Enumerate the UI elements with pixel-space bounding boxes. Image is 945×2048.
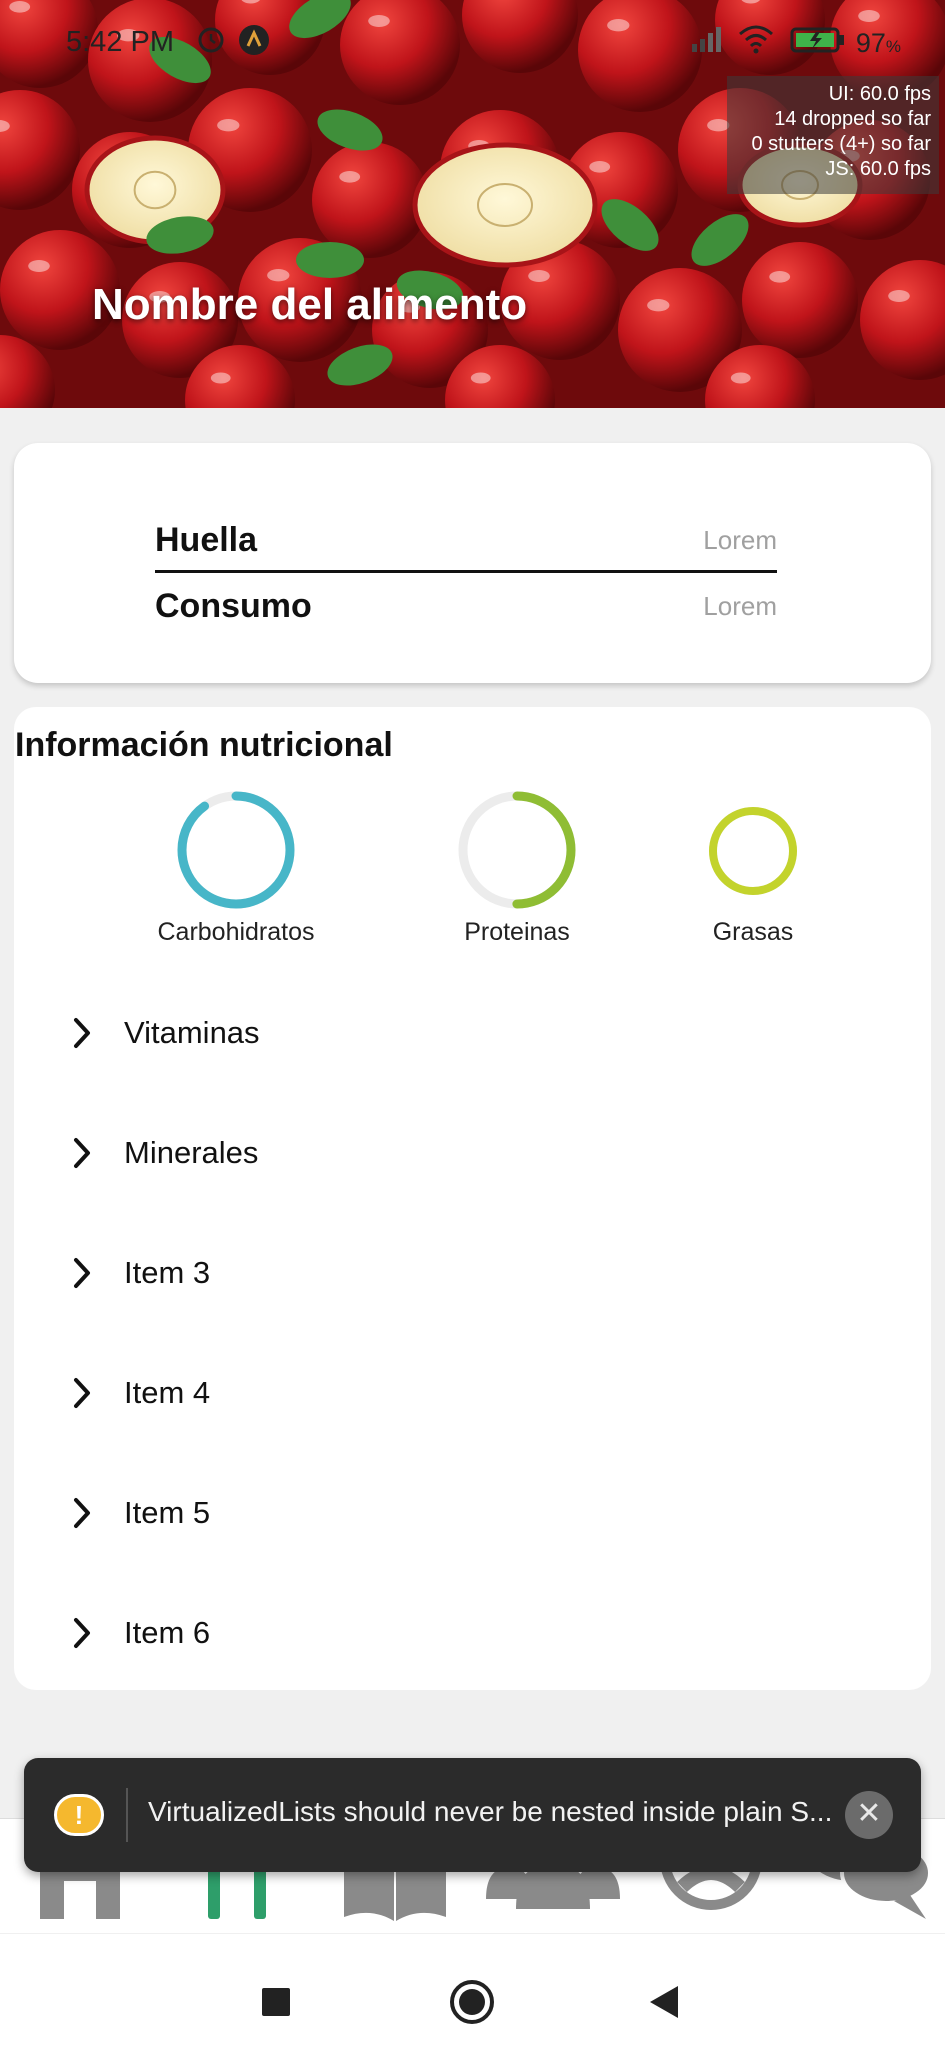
chevron-right-icon [72, 1017, 120, 1049]
accordion-vitaminas[interactable]: Vitaminas [60, 998, 900, 1068]
accordion-minerales[interactable]: Minerales [60, 1118, 900, 1188]
wifi-icon [738, 24, 774, 62]
battery-charging-icon [790, 24, 846, 62]
accordion-item-4[interactable]: Item 4 [60, 1358, 900, 1428]
accordion-label: Item 6 [124, 1615, 211, 1650]
battery-percent: 97% [855, 28, 901, 58]
fat-ring [709, 807, 797, 895]
hero-banner: 5:42 PM 97% UI: 60.0 fps 14 dropped so f… [0, 0, 945, 408]
chevron-right-icon [72, 1617, 120, 1649]
alarm-icon [196, 24, 226, 62]
toast-divider [126, 1788, 128, 1842]
accordion-label: Item 5 [124, 1495, 211, 1530]
perf-dropped: 14 dropped so far [774, 108, 931, 130]
perf-monitor-overlay: UI: 60.0 fps 14 dropped so far 0 stutter… [727, 76, 939, 194]
consumption-row: Consumo Lorem [155, 576, 777, 636]
carbs-label: Carbohidratos [157, 918, 315, 946]
signal-icon [690, 24, 726, 62]
chevron-right-icon [72, 1137, 120, 1169]
food-name-title: Nombre del alimento [92, 280, 528, 329]
chevron-right-icon [72, 1497, 120, 1529]
back-icon[interactable] [648, 1984, 680, 2025]
protein-label: Proteinas [464, 918, 570, 946]
toast-message: VirtualizedLists should never be nested … [148, 1796, 833, 1827]
fat-label: Grasas [712, 918, 794, 946]
warning-toast[interactable]: ! VirtualizedLists should never be neste… [24, 1758, 921, 1872]
perf-stutters: 0 stutters (4+) so far [751, 133, 931, 155]
accordion-item-6[interactable]: Item 6 [60, 1598, 900, 1668]
system-navigation-bar [0, 1934, 945, 2048]
home-circle-icon[interactable] [448, 1978, 496, 2031]
footprint-row: Huella Lorem [155, 510, 777, 573]
perf-ui-fps: UI: 60.0 fps [828, 83, 931, 105]
carbs-ring [177, 791, 295, 909]
status-time: 5:42 PM [66, 26, 174, 58]
recents-icon[interactable] [262, 1988, 290, 2021]
accordion-label: Minerales [124, 1135, 259, 1170]
consumption-label: Consumo [155, 586, 312, 625]
app-a-icon [238, 24, 270, 64]
perf-js-fps: JS: 60.0 fps [825, 158, 931, 180]
warning-icon: ! [54, 1794, 104, 1836]
chevron-right-icon [72, 1257, 120, 1289]
nutrition-title: Información nutricional [15, 726, 393, 764]
protein-ring [458, 791, 576, 909]
close-icon[interactable]: ✕ [845, 1791, 893, 1839]
accordion-label: Vitaminas [124, 1015, 260, 1050]
status-bar: 5:42 PM 97% [0, 0, 945, 86]
accordion-label: Item 3 [124, 1255, 211, 1290]
footprint-value: Lorem [703, 524, 777, 555]
chevron-right-icon [72, 1377, 120, 1409]
accordion-item-5[interactable]: Item 5 [60, 1478, 900, 1548]
consumption-value: Lorem [703, 590, 777, 621]
accordion-item-3[interactable]: Item 3 [60, 1238, 900, 1308]
footprint-label: Huella [155, 520, 258, 559]
accordion-label: Item 4 [124, 1375, 211, 1410]
